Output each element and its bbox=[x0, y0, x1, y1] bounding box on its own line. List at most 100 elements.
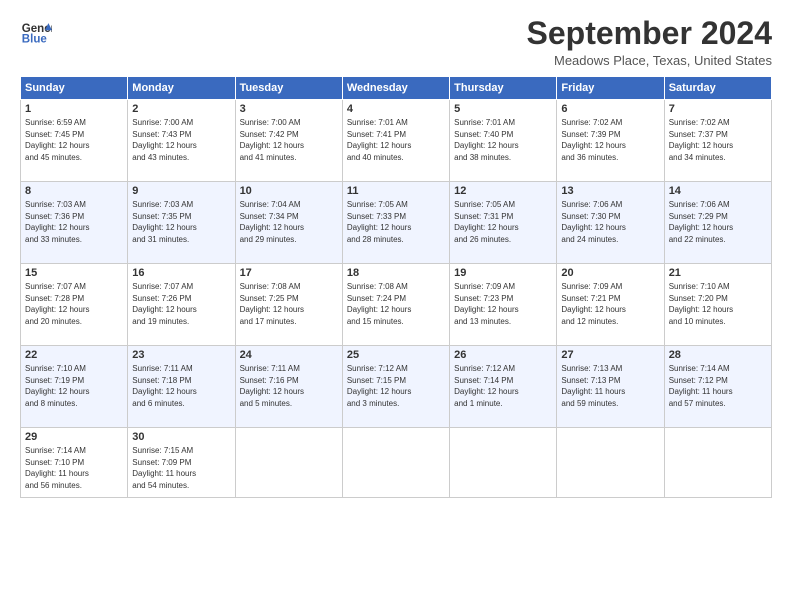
calendar-body: 1 Sunrise: 6:59 AM Sunset: 7:45 PM Daylig… bbox=[21, 100, 772, 498]
day-info: Sunrise: 7:09 AM Sunset: 7:21 PM Dayligh… bbox=[561, 281, 659, 327]
day-number: 2 bbox=[132, 103, 230, 115]
day-info: Sunrise: 7:03 AM Sunset: 7:35 PM Dayligh… bbox=[132, 199, 230, 245]
col-sunday: Sunday bbox=[21, 77, 128, 100]
table-row: 11Sunrise: 7:05 AM Sunset: 7:33 PM Dayli… bbox=[342, 182, 449, 264]
col-saturday: Saturday bbox=[664, 77, 771, 100]
location: Meadows Place, Texas, United States bbox=[527, 53, 772, 68]
table-row: 3 Sunrise: 7:00 AM Sunset: 7:42 PM Daylig… bbox=[235, 100, 342, 182]
table-row: 25Sunrise: 7:12 AM Sunset: 7:15 PM Dayli… bbox=[342, 346, 449, 428]
table-row: 13 Sunrise: 7:06 AM Sunset: 7:30 PM Dayli… bbox=[557, 182, 664, 264]
table-row: 22 Sunrise: 7:10 AM Sunset: 7:19 PM Dayli… bbox=[21, 346, 128, 428]
col-monday: Monday bbox=[128, 77, 235, 100]
table-row: 5 Sunrise: 7:01 AM Sunset: 7:40 PM Daylig… bbox=[450, 100, 557, 182]
day-number: 7 bbox=[669, 103, 767, 115]
table-row: 23 Sunrise: 7:11 AM Sunset: 7:18 PM Dayli… bbox=[128, 346, 235, 428]
table-row: 21Sunrise: 7:10 AM Sunset: 7:20 PM Dayli… bbox=[664, 264, 771, 346]
table-row bbox=[557, 428, 664, 498]
day-number: 17 bbox=[240, 267, 338, 279]
table-row: 7 Sunrise: 7:02 AM Sunset: 7:37 PM Daylig… bbox=[664, 100, 771, 182]
table-row: 12 Sunrise: 7:05 AM Sunset: 7:31 PM Dayli… bbox=[450, 182, 557, 264]
logo-icon: General Blue bbox=[20, 16, 52, 48]
day-info: Sunrise: 6:59 AM Sunset: 7:45 PM Dayligh… bbox=[25, 117, 123, 163]
day-info: Sunrise: 7:11 AM Sunset: 7:16 PM Dayligh… bbox=[240, 363, 338, 409]
col-wednesday: Wednesday bbox=[342, 77, 449, 100]
month-title: September 2024 bbox=[527, 16, 772, 51]
calendar-table: Sunday Monday Tuesday Wednesday Thursday… bbox=[20, 76, 772, 498]
day-number: 4 bbox=[347, 103, 445, 115]
day-number: 18 bbox=[347, 267, 445, 279]
day-number: 15 bbox=[25, 267, 123, 279]
table-row: 2 Sunrise: 7:00 AM Sunset: 7:43 PM Daylig… bbox=[128, 100, 235, 182]
table-row: 6Sunrise: 7:02 AM Sunset: 7:39 PM Daylig… bbox=[557, 100, 664, 182]
day-info: Sunrise: 7:06 AM Sunset: 7:30 PM Dayligh… bbox=[561, 199, 659, 245]
svg-text:Blue: Blue bbox=[22, 34, 48, 46]
day-info: Sunrise: 7:02 AM Sunset: 7:37 PM Dayligh… bbox=[669, 117, 767, 163]
day-number: 5 bbox=[454, 103, 552, 115]
day-number: 29 bbox=[25, 431, 123, 443]
table-row: 18 Sunrise: 7:08 AM Sunset: 7:24 PM Dayli… bbox=[342, 264, 449, 346]
day-info: Sunrise: 7:02 AM Sunset: 7:39 PM Dayligh… bbox=[561, 117, 659, 163]
table-row: 20 Sunrise: 7:09 AM Sunset: 7:21 PM Dayli… bbox=[557, 264, 664, 346]
day-info: Sunrise: 7:15 AM Sunset: 7:09 PM Dayligh… bbox=[132, 445, 230, 491]
logo: General Blue bbox=[20, 16, 52, 48]
day-info: Sunrise: 7:13 AM Sunset: 7:13 PM Dayligh… bbox=[561, 363, 659, 409]
table-row: 27Sunrise: 7:13 AM Sunset: 7:13 PM Dayli… bbox=[557, 346, 664, 428]
table-row: 16 Sunrise: 7:07 AM Sunset: 7:26 PM Dayli… bbox=[128, 264, 235, 346]
day-info: Sunrise: 7:01 AM Sunset: 7:41 PM Dayligh… bbox=[347, 117, 445, 163]
day-number: 3 bbox=[240, 103, 338, 115]
calendar-header: Sunday Monday Tuesday Wednesday Thursday… bbox=[21, 77, 772, 100]
day-info: Sunrise: 7:07 AM Sunset: 7:28 PM Dayligh… bbox=[25, 281, 123, 327]
day-info: Sunrise: 7:12 AM Sunset: 7:14 PM Dayligh… bbox=[454, 363, 552, 409]
day-info: Sunrise: 7:05 AM Sunset: 7:33 PM Dayligh… bbox=[347, 199, 445, 245]
day-number: 28 bbox=[669, 349, 767, 361]
day-info: Sunrise: 7:14 AM Sunset: 7:10 PM Dayligh… bbox=[25, 445, 123, 491]
col-friday: Friday bbox=[557, 77, 664, 100]
table-row: 15 Sunrise: 7:07 AM Sunset: 7:28 PM Dayli… bbox=[21, 264, 128, 346]
table-row: 17 Sunrise: 7:08 AM Sunset: 7:25 PM Dayli… bbox=[235, 264, 342, 346]
day-number: 14 bbox=[669, 185, 767, 197]
table-row: 28 Sunrise: 7:14 AM Sunset: 7:12 PM Dayli… bbox=[664, 346, 771, 428]
day-info: Sunrise: 7:07 AM Sunset: 7:26 PM Dayligh… bbox=[132, 281, 230, 327]
table-row: 4 Sunrise: 7:01 AM Sunset: 7:41 PM Daylig… bbox=[342, 100, 449, 182]
day-info: Sunrise: 7:00 AM Sunset: 7:42 PM Dayligh… bbox=[240, 117, 338, 163]
day-info: Sunrise: 7:14 AM Sunset: 7:12 PM Dayligh… bbox=[669, 363, 767, 409]
day-number: 30 bbox=[132, 431, 230, 443]
day-number: 1 bbox=[25, 103, 123, 115]
day-number: 16 bbox=[132, 267, 230, 279]
table-row: 8 Sunrise: 7:03 AM Sunset: 7:36 PM Daylig… bbox=[21, 182, 128, 264]
day-info: Sunrise: 7:08 AM Sunset: 7:25 PM Dayligh… bbox=[240, 281, 338, 327]
day-number: 21 bbox=[669, 267, 767, 279]
day-info: Sunrise: 7:11 AM Sunset: 7:18 PM Dayligh… bbox=[132, 363, 230, 409]
day-number: 23 bbox=[132, 349, 230, 361]
day-number: 10 bbox=[240, 185, 338, 197]
table-row: 1 Sunrise: 6:59 AM Sunset: 7:45 PM Daylig… bbox=[21, 100, 128, 182]
day-info: Sunrise: 7:01 AM Sunset: 7:40 PM Dayligh… bbox=[454, 117, 552, 163]
table-row: 29 Sunrise: 7:14 AM Sunset: 7:10 PM Dayli… bbox=[21, 428, 128, 498]
day-info: Sunrise: 7:08 AM Sunset: 7:24 PM Dayligh… bbox=[347, 281, 445, 327]
day-info: Sunrise: 7:04 AM Sunset: 7:34 PM Dayligh… bbox=[240, 199, 338, 245]
day-number: 8 bbox=[25, 185, 123, 197]
table-row: 19Sunrise: 7:09 AM Sunset: 7:23 PM Dayli… bbox=[450, 264, 557, 346]
table-row: 10 Sunrise: 7:04 AM Sunset: 7:34 PM Dayli… bbox=[235, 182, 342, 264]
day-info: Sunrise: 7:06 AM Sunset: 7:29 PM Dayligh… bbox=[669, 199, 767, 245]
table-row bbox=[342, 428, 449, 498]
day-number: 25 bbox=[347, 349, 445, 361]
table-row bbox=[664, 428, 771, 498]
day-number: 12 bbox=[454, 185, 552, 197]
day-info: Sunrise: 7:10 AM Sunset: 7:19 PM Dayligh… bbox=[25, 363, 123, 409]
day-number: 13 bbox=[561, 185, 659, 197]
day-info: Sunrise: 7:05 AM Sunset: 7:31 PM Dayligh… bbox=[454, 199, 552, 245]
day-number: 26 bbox=[454, 349, 552, 361]
table-row: 9Sunrise: 7:03 AM Sunset: 7:35 PM Daylig… bbox=[128, 182, 235, 264]
day-info: Sunrise: 7:03 AM Sunset: 7:36 PM Dayligh… bbox=[25, 199, 123, 245]
day-info: Sunrise: 7:00 AM Sunset: 7:43 PM Dayligh… bbox=[132, 117, 230, 163]
day-number: 19 bbox=[454, 267, 552, 279]
day-number: 20 bbox=[561, 267, 659, 279]
table-row: 14 Sunrise: 7:06 AM Sunset: 7:29 PM Dayli… bbox=[664, 182, 771, 264]
title-block: September 2024 Meadows Place, Texas, Uni… bbox=[527, 16, 772, 68]
day-number: 22 bbox=[25, 349, 123, 361]
col-tuesday: Tuesday bbox=[235, 77, 342, 100]
page: General Blue September 2024 Meadows Plac… bbox=[0, 0, 792, 612]
table-row bbox=[235, 428, 342, 498]
table-row: 30 Sunrise: 7:15 AM Sunset: 7:09 PM Dayli… bbox=[128, 428, 235, 498]
